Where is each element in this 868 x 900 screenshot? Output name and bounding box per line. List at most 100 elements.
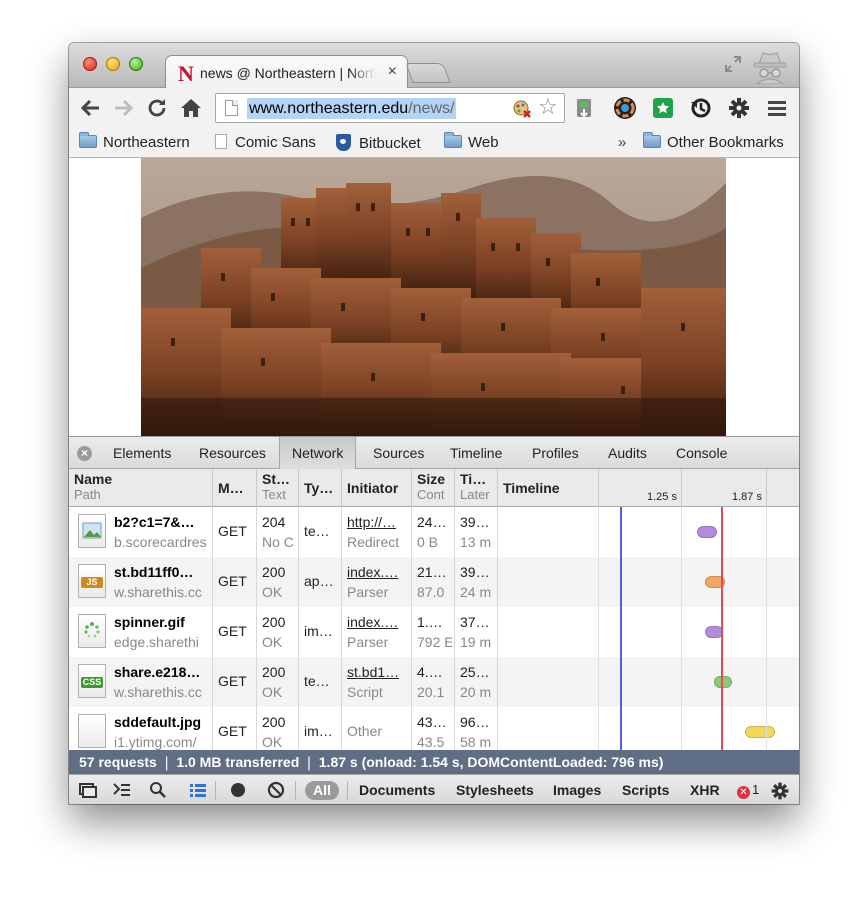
clear-icon[interactable] xyxy=(265,781,287,801)
bookmark-northeastern[interactable]: Northeastern xyxy=(79,132,190,152)
tab-profiles[interactable]: Profiles xyxy=(520,437,591,469)
cell-method: GET xyxy=(213,557,257,607)
large-rows-icon[interactable] xyxy=(187,781,209,801)
request-path: edge.sharethi xyxy=(114,634,199,650)
tab-timeline[interactable]: Timeline xyxy=(438,437,514,469)
table-row[interactable]: spinner.gif edge.sharethi GET 200 OK im… index… xyxy=(69,607,799,657)
bookmark-web[interactable]: Web xyxy=(444,132,499,152)
tab-resources[interactable]: Resources xyxy=(187,437,278,469)
latency: 20 m xyxy=(460,684,492,700)
table-row[interactable]: CSS share.e218… w.sharethis.cc GET 200 OK te… s… xyxy=(69,657,799,707)
filter-documents[interactable]: Documents xyxy=(359,781,435,800)
url-text[interactable]: www.northeastern.edu/news/ xyxy=(247,98,457,119)
browser-toolbar: www.northeastern.edu/news/ ☆ xyxy=(69,88,799,128)
devtools-close-icon[interactable]: × xyxy=(77,446,92,461)
request-path: i1.ytimg.com/ xyxy=(114,734,197,750)
reload-icon xyxy=(148,99,166,117)
reload-button[interactable] xyxy=(145,96,169,120)
request-name[interactable]: share.e218… xyxy=(114,664,210,681)
cell-status: 200 OK xyxy=(257,657,299,707)
home-button[interactable] xyxy=(179,96,203,120)
filter-xhr[interactable]: XHR xyxy=(690,781,720,800)
table-row[interactable]: sddefault.jpg i1.ytimg.com/GET 200 OK im… Oth… xyxy=(69,707,799,750)
back-button[interactable] xyxy=(79,96,103,120)
tab-elements[interactable]: Elements xyxy=(101,437,183,469)
column-header-status[interactable]: St… Text xyxy=(257,469,299,507)
column-header-size[interactable]: Size Cont xyxy=(412,469,455,507)
network-summary-bar: 57 requests ❘ 1.0 MB transferred ❘ 1.87 … xyxy=(69,750,799,774)
timeline-bar[interactable] xyxy=(697,526,717,538)
request-method: GET xyxy=(218,623,247,639)
forward-button[interactable] xyxy=(111,96,135,120)
request-name[interactable]: b2?c1=7&… xyxy=(114,514,210,531)
extension-sync-icon[interactable] xyxy=(689,96,713,120)
initiator-link[interactable]: index.… xyxy=(347,614,409,631)
total-time: 39… xyxy=(460,514,490,530)
image-file-icon xyxy=(78,514,106,548)
filter-stylesheets[interactable]: Stylesheets xyxy=(456,781,534,800)
table-row[interactable]: b2?c1=7&… b.scorecardres GET 204 No C te… http… xyxy=(69,507,799,557)
tab-audits[interactable]: Audits xyxy=(596,437,659,469)
devtools-settings-gear-icon[interactable] xyxy=(769,781,791,801)
timeline-gridline xyxy=(681,507,682,750)
extension-puzzle-icon[interactable] xyxy=(651,96,675,120)
initiator-type: Script xyxy=(347,684,383,700)
error-icon: ✕ xyxy=(737,786,750,799)
console-drawer-icon[interactable] xyxy=(111,781,133,801)
record-icon[interactable] xyxy=(227,781,249,801)
menu-icon[interactable] xyxy=(765,96,789,120)
request-name[interactable]: st.bd11ff0… xyxy=(114,564,210,581)
devtools-status-bar: All Documents Stylesheets Images Scripts… xyxy=(69,774,799,804)
total-time: 25… xyxy=(460,664,490,680)
table-row[interactable]: JS st.bd11ff0… w.sharethis.cc GET 200 OK ap… in… xyxy=(69,557,799,607)
filter-scripts[interactable]: Scripts xyxy=(622,781,669,800)
zoom-window-button[interactable] xyxy=(129,57,143,71)
new-tab-button[interactable] xyxy=(405,63,451,83)
tab-network[interactable]: Network xyxy=(279,437,357,469)
filter-all-button[interactable]: All xyxy=(305,781,339,800)
timeline-tick-label: 1.87 s xyxy=(732,491,762,503)
address-bar[interactable]: www.northeastern.edu/news/ ☆ xyxy=(215,93,565,123)
bookmark-star-icon[interactable]: ☆ xyxy=(538,94,558,120)
column-header-type[interactable]: Ty… xyxy=(299,469,342,507)
filter-images[interactable]: Images xyxy=(553,781,601,800)
minimize-window-button[interactable] xyxy=(106,57,120,71)
status-code: 204 xyxy=(262,514,286,530)
timeline-bar[interactable] xyxy=(714,676,732,688)
extension-color-wheel-icon[interactable] xyxy=(613,96,637,120)
timeline-tick-label: 1.25 s xyxy=(647,491,677,503)
bookmark-bitbucket[interactable]: Bitbucket xyxy=(336,134,421,152)
column-header-time[interactable]: Ti… Later xyxy=(455,469,498,507)
tab-close-icon[interactable]: × xyxy=(388,63,397,81)
search-icon[interactable] xyxy=(147,781,169,801)
bookmark-comic-sans[interactable]: Comic Sans xyxy=(215,134,316,152)
tab-console[interactable]: Console xyxy=(664,437,739,469)
home-icon xyxy=(181,99,201,117)
initiator-link[interactable]: st.bd1… xyxy=(347,664,409,681)
folder-icon xyxy=(444,132,462,148)
fullscreen-icon[interactable] xyxy=(724,55,742,73)
timeline-bar[interactable] xyxy=(745,726,775,738)
bookmarks-overflow-chevron-icon[interactable]: » xyxy=(618,134,626,152)
error-counter[interactable]: ✕ 1 xyxy=(737,782,759,799)
close-window-button[interactable] xyxy=(83,57,97,71)
column-header-method[interactable]: M… xyxy=(213,469,257,507)
transfer-size: 43… xyxy=(417,714,447,730)
page-icon xyxy=(215,134,227,149)
extension-download-icon[interactable] xyxy=(573,96,597,120)
bookmark-other-bookmarks[interactable]: Other Bookmarks xyxy=(643,132,784,152)
folder-icon xyxy=(79,132,97,148)
browser-tab-active[interactable]: N news @ Northeastern | Northeastern Uni… xyxy=(165,55,408,89)
tab-sources[interactable]: Sources xyxy=(361,437,436,469)
initiator-link[interactable]: index.… xyxy=(347,564,409,581)
initiator-link[interactable]: http://… xyxy=(347,514,409,531)
column-header-name[interactable]: Name Path xyxy=(69,469,213,507)
dock-toggle-icon[interactable] xyxy=(77,781,99,801)
blocked-plugin-icon[interactable] xyxy=(512,99,532,119)
separator xyxy=(347,781,348,800)
column-header-initiator[interactable]: Initiator xyxy=(342,469,412,507)
status-code: 200 xyxy=(262,614,286,630)
settings-gear-icon[interactable] xyxy=(727,96,751,120)
request-name[interactable]: sddefault.jpg xyxy=(114,714,210,731)
request-name[interactable]: spinner.gif xyxy=(114,614,210,631)
